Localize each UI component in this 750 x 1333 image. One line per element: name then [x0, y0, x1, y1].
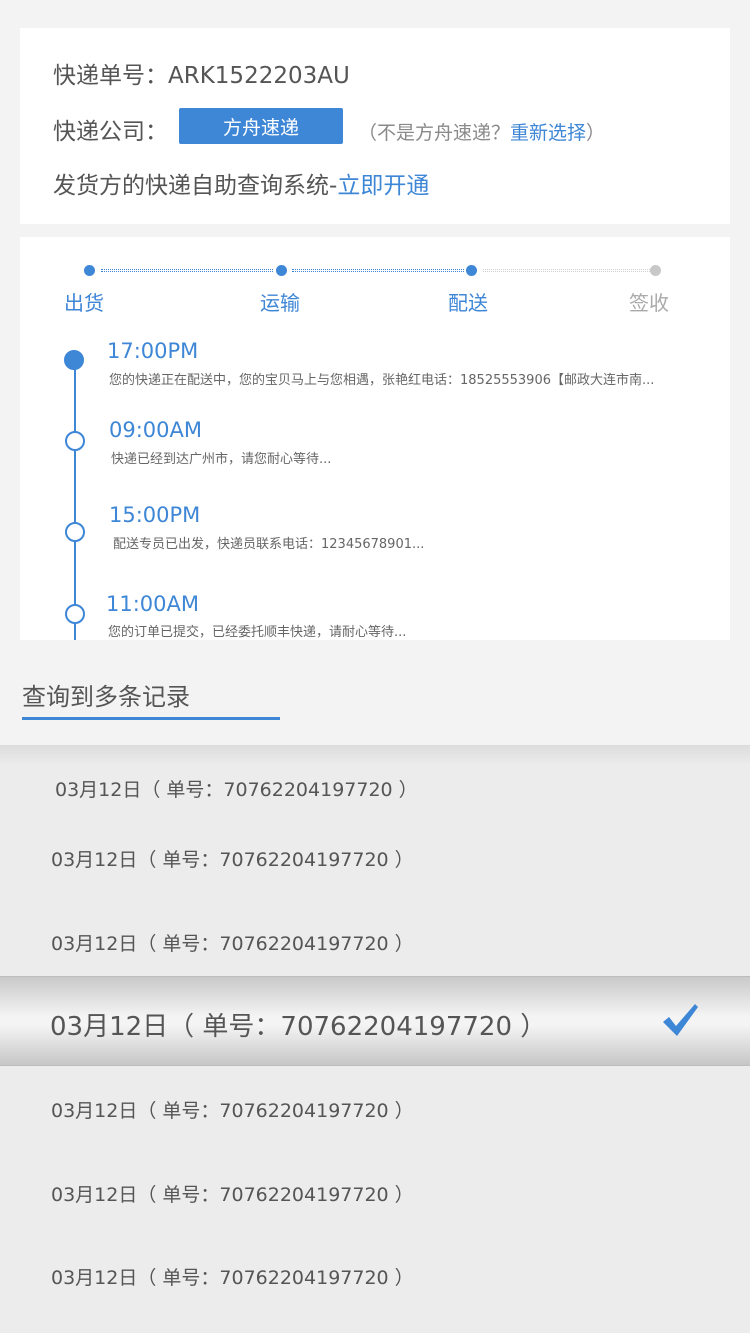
timeline-node [65, 431, 85, 451]
timeline-text: 您的快递正在配送中，您的宝贝马上与您相遇，张艳红电话：18525553906【邮… [109, 373, 655, 388]
step-dot-delivery [466, 265, 477, 276]
records-title: 查询到多条记录 [22, 683, 190, 711]
record-item[interactable]: 03月12日（ 单号：70762204197720 ） [51, 929, 414, 956]
records-picker[interactable]: 03月12日（ 单号：70762204197720 ） 03月12日（ 单号：7… [0, 745, 750, 1333]
record-item[interactable]: 03月12日（ 单号：70762204197720 ） [51, 1263, 414, 1290]
timeline-text: 配送专员已出发，快递员联系电话：12345678901... [113, 537, 425, 552]
timeline-time: 15:00PM [109, 503, 201, 527]
reselect-link[interactable]: 重新选择 [510, 122, 586, 144]
logistics-card: 出货 运输 配送 签收 17:00PM 您的快递正在配送中，您的宝贝马上与您相遇… [20, 237, 730, 640]
company-button[interactable]: 方舟速递 [179, 108, 343, 144]
timeline-node [65, 604, 85, 624]
not-company-hint: （不是方舟速递？重新选择） [358, 118, 605, 145]
step-dot-transport [276, 265, 287, 276]
record-item[interactable]: 03月12日（ 单号：70762204197720 ） [55, 775, 418, 802]
picker-top-shade [0, 745, 750, 765]
step-label-signed: 签收 [629, 291, 669, 315]
not-company-suffix: ） [586, 122, 606, 144]
tracking-number-label: 快递单号： [53, 63, 168, 89]
timeline-line [74, 359, 76, 640]
step-dot-signed [650, 265, 661, 276]
timeline-time: 09:00AM [109, 418, 203, 442]
record-item-selected[interactable]: 03月12日（ 单号：70762204197720 ） [0, 976, 750, 1066]
step-label-delivery: 配送 [448, 291, 488, 315]
not-company-prefix: （不是方舟速递？ [358, 122, 511, 144]
step-label-shipped: 出货 [64, 291, 104, 315]
timeline-text: 您的订单已提交，已经委托顺丰快递，请耐心等待... [108, 625, 407, 640]
tracking-number-row: 快递单号：ARK1522203AU [53, 56, 350, 90]
step-line-2 [292, 269, 464, 272]
timeline-node-current [64, 350, 84, 370]
record-item[interactable]: 03月12日（ 单号：70762204197720 ） [51, 845, 414, 872]
record-item[interactable]: 03月12日（ 单号：70762204197720 ） [51, 1180, 414, 1207]
step-line-3 [483, 269, 650, 272]
checkmark-icon [663, 1004, 698, 1036]
step-label-transport: 运输 [260, 291, 300, 315]
step-line-1 [101, 269, 273, 272]
self-service-row: 发货方的快递自助查询系统-立即开通 [53, 166, 429, 200]
self-service-text: 发货方的快递自助查询系统- [53, 173, 338, 199]
timeline-time: 11:00AM [106, 592, 200, 616]
record-item[interactable]: 03月12日（ 单号：70762204197720 ） [51, 1096, 414, 1123]
record-item-selected-text: 03月12日（ 单号：70762204197720 ） [50, 1012, 547, 1042]
records-title-underline [22, 717, 280, 720]
timeline-time: 17:00PM [107, 339, 199, 363]
tracking-number-value: ARK1522203AU [168, 63, 350, 89]
timeline-text: 快递已经到达广州市，请您耐心等待... [111, 452, 332, 467]
step-dot-shipped [84, 265, 95, 276]
open-now-link[interactable]: 立即开通 [337, 173, 429, 199]
company-label: 快递公司： [53, 119, 168, 145]
timeline-node [65, 522, 85, 542]
tracking-info-card: 快递单号：ARK1522203AU 快递公司： 方舟速递 （不是方舟速递？重新选… [20, 28, 730, 224]
